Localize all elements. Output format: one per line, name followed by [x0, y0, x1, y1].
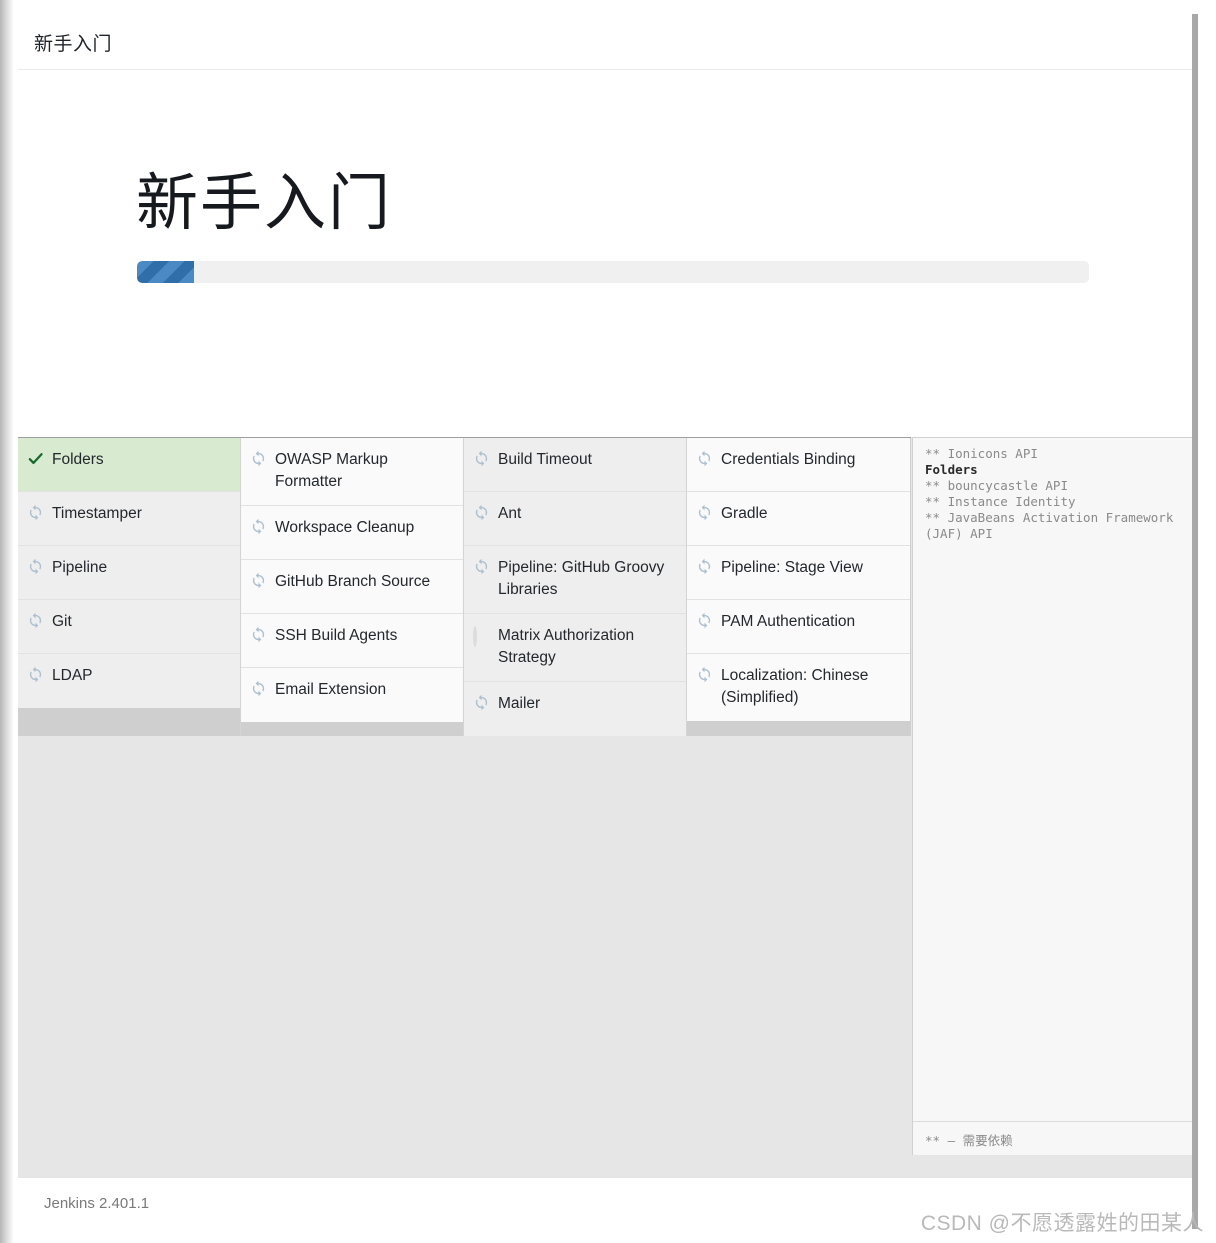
- sync-icon: [696, 666, 713, 683]
- plugin-item: Pipeline: [18, 546, 240, 600]
- log-line: ** bouncycastle API: [925, 478, 1068, 493]
- plugin-name: Localization: Chinese (Simplified): [721, 667, 869, 707]
- plugin-item: Mailer: [464, 681, 686, 736]
- plugin-item: Localization: Chinese (Simplified): [687, 654, 910, 721]
- plugin-name: GitHub Branch Source: [275, 572, 431, 590]
- plugin-name: Ant: [498, 505, 522, 522]
- sync-icon: [696, 450, 713, 467]
- hero-section: 新手入门: [18, 71, 1192, 494]
- plugin-column: Folders Timestamper Pipeline Git LDAP: [18, 438, 241, 736]
- sync-icon: [27, 666, 44, 683]
- plugin-item: GitHub Branch Source: [241, 559, 463, 614]
- sync-icon: [250, 518, 267, 535]
- plugin-item: Build Timeout: [464, 438, 686, 492]
- log-line: ** Instance Identity: [925, 494, 1076, 509]
- sync-icon: [250, 680, 267, 697]
- plugin-column: Credentials Binding Gradle Pipeline: Stage…: [687, 438, 910, 736]
- install-progress-fill: [137, 261, 195, 283]
- sync-icon: [696, 612, 713, 629]
- sync-icon: [27, 612, 44, 629]
- sync-icon: [250, 450, 267, 467]
- check-icon: [27, 450, 44, 467]
- install-log-legend: ** – 需要依赖: [913, 1121, 1192, 1155]
- sync-icon: [250, 626, 267, 643]
- plugin-name: OWASP Markup Formatter: [275, 451, 388, 491]
- install-progress-bar: [137, 261, 1089, 283]
- plugin-name: Pipeline: GitHub Groovy Libraries: [498, 559, 665, 599]
- jenkins-setup-window: 新手入门 新手入门 Folders Timestamper Pipeline Git L…: [18, 14, 1198, 1229]
- plugin-name: Folders: [52, 451, 104, 468]
- plugin-item: Folders: [18, 438, 240, 492]
- csdn-watermark: CSDN @不愿透露姓的田某人: [920, 1212, 1204, 1235]
- sync-icon: [473, 558, 490, 575]
- plugin-item: PAM Authentication: [687, 600, 910, 654]
- jenkins-version-label: Jenkins 2.401.1: [44, 1195, 150, 1212]
- install-log-panel: ** Ionicons API Folders ** bouncycastle AP…: [912, 437, 1192, 1155]
- plugin-name: Matrix Authorization Strategy: [498, 626, 635, 667]
- plugin-item: Matrix Authorization Strategy: [464, 613, 686, 682]
- log-line: ** JavaBeans Activation Framework (JAF) …: [925, 510, 1181, 541]
- sync-icon: [473, 504, 490, 521]
- plugin-item: Workspace Cleanup: [241, 505, 463, 560]
- window-header: 新手入门: [18, 14, 1192, 70]
- plugin-column: OWASP Markup Formatter Workspace Cleanup G…: [241, 438, 464, 736]
- page-title: 新手入门: [34, 34, 113, 55]
- plugin-item: Gradle: [687, 492, 910, 546]
- plugin-item: Pipeline: GitHub Groovy Libraries: [464, 546, 686, 614]
- sync-icon: [696, 504, 713, 521]
- plugin-item: SSH Build Agents: [241, 613, 463, 668]
- plugin-item: Ant: [464, 492, 686, 546]
- plugin-name: Git: [52, 613, 72, 630]
- sync-icon: [27, 504, 44, 521]
- log-line: Folders: [925, 462, 978, 477]
- plugin-name: Gradle: [721, 505, 768, 522]
- plugin-name: SSH Build Agents: [275, 626, 398, 644]
- install-body: Folders Timestamper Pipeline Git LDAP OWASP M…: [18, 437, 1192, 1177]
- sync-icon: [473, 450, 490, 467]
- plugin-name: PAM Authentication: [721, 613, 856, 630]
- plugin-item: OWASP Markup Formatter: [241, 438, 463, 506]
- plugin-column: Build Timeout Ant Pipeline: GitHub Groovy …: [464, 438, 687, 736]
- plugin-item: Email Extension: [241, 667, 463, 722]
- plugin-name: Mailer: [498, 694, 541, 712]
- sync-icon: [250, 572, 267, 589]
- plugin-name: Timestamper: [52, 505, 142, 522]
- plugin-name: Credentials Binding: [721, 451, 856, 468]
- hero-heading: 新手入门: [136, 169, 393, 238]
- plugin-item: Credentials Binding: [687, 438, 910, 492]
- plugin-name: Workspace Cleanup: [275, 518, 415, 536]
- plugin-name: Pipeline: [52, 559, 108, 576]
- plugin-name: LDAP: [52, 667, 93, 684]
- plugin-item: LDAP: [18, 654, 240, 708]
- pending-circle-icon: [473, 625, 490, 647]
- sync-icon: [696, 558, 713, 575]
- hero-card: 新手入门: [18, 71, 1192, 437]
- sync-icon: [27, 558, 44, 575]
- install-log-lines: ** Ionicons API Folders ** bouncycastle AP…: [913, 438, 1192, 1121]
- page-frame: 新手入门 新手入门 Folders Timestamper Pipeline Git L…: [0, 0, 1216, 1243]
- plugin-name: Pipeline: Stage View: [721, 559, 863, 576]
- plugin-status-grid: Folders Timestamper Pipeline Git LDAP OWASP M…: [18, 437, 911, 736]
- log-line: ** Ionicons API: [925, 446, 1038, 461]
- plugin-name: Email Extension: [275, 680, 387, 698]
- plugin-item: Pipeline: Stage View: [687, 546, 910, 600]
- plugin-item: Git: [18, 600, 240, 654]
- plugin-name: Build Timeout: [498, 451, 592, 468]
- sync-icon: [473, 694, 490, 711]
- plugin-item: Timestamper: [18, 492, 240, 546]
